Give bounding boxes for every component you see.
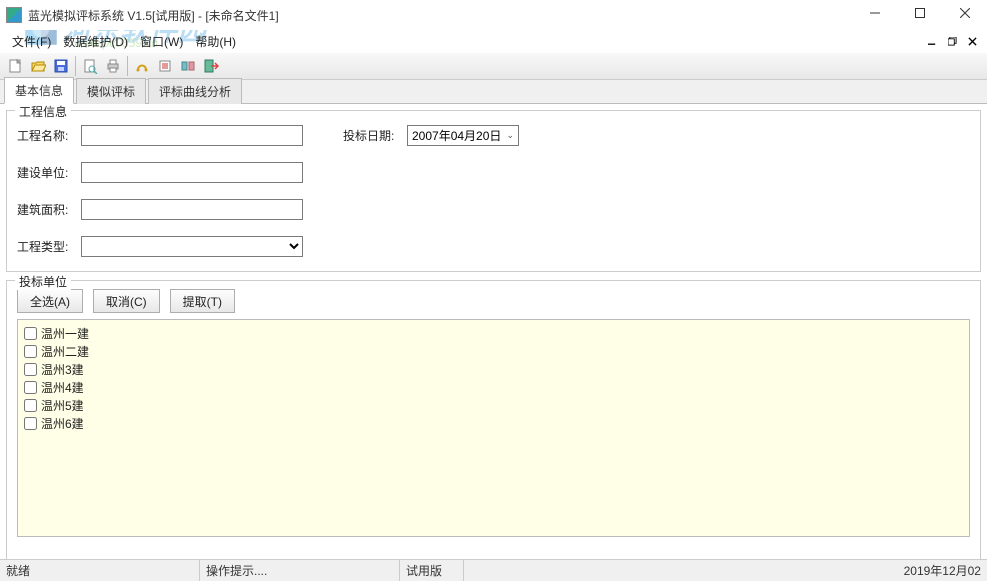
project-legend: 工程信息 — [15, 103, 71, 120]
extract-button[interactable]: 提取(T) — [170, 289, 235, 313]
bidder-checkbox[interactable] — [24, 399, 37, 412]
builder-input[interactable] — [81, 162, 303, 183]
minimize-button[interactable] — [852, 0, 897, 26]
select-all-button[interactable]: 全选(A) — [17, 289, 83, 313]
tool1-icon[interactable] — [131, 55, 153, 77]
project-name-input[interactable] — [81, 125, 303, 146]
area-label: 建筑面积: — [17, 201, 81, 218]
tab-basic-info[interactable]: 基本信息 — [4, 77, 74, 104]
content-area: 工程信息 工程名称: 投标日期: 2007年04月20日 ⌄ 建设单位: 建筑面… — [0, 104, 987, 560]
mdi-minimize-button[interactable] — [923, 33, 941, 49]
app-icon — [6, 7, 22, 23]
toolbar-separator — [75, 56, 76, 76]
open-file-icon[interactable] — [27, 55, 49, 77]
bid-date-label: 投标日期: — [343, 127, 407, 144]
statusbar: 就绪 操作提示.... 试用版 2019年12月02 — [0, 559, 987, 581]
bidders-legend: 投标单位 — [15, 273, 71, 290]
bidder-label: 温州6建 — [41, 415, 84, 432]
new-file-icon[interactable] — [4, 55, 26, 77]
close-button[interactable] — [942, 0, 987, 26]
bidder-item[interactable]: 温州3建 — [24, 360, 963, 378]
tab-curve[interactable]: 评标曲线分析 — [148, 78, 242, 104]
status-edition: 试用版 — [400, 560, 464, 581]
preview-icon[interactable] — [79, 55, 101, 77]
maximize-button[interactable] — [897, 0, 942, 26]
area-input[interactable] — [81, 199, 303, 220]
bid-date-select[interactable]: 2007年04月20日 ⌄ — [407, 125, 519, 146]
bidder-item[interactable]: 温州6建 — [24, 414, 963, 432]
cancel-button[interactable]: 取消(C) — [93, 289, 160, 313]
chevron-down-icon: ⌄ — [506, 130, 514, 141]
bidder-label: 温州3建 — [41, 361, 84, 378]
menu-window[interactable]: 窗口(W) — [134, 30, 189, 53]
type-select[interactable] — [81, 236, 303, 257]
bid-date-value: 2007年04月20日 — [412, 127, 501, 144]
print-icon[interactable] — [102, 55, 124, 77]
bidder-checkbox[interactable] — [24, 345, 37, 358]
builder-label: 建设单位: — [17, 164, 81, 181]
titlebar: 蓝光模拟评标系统 V1.5[试用版] - [未命名文件1] — [0, 0, 987, 30]
save-icon[interactable] — [50, 55, 72, 77]
bidder-checkbox[interactable] — [24, 363, 37, 376]
bidder-label: 温州5建 — [41, 397, 84, 414]
bidder-label: 温州一建 — [41, 325, 89, 342]
status-hint: 操作提示.... — [200, 560, 400, 581]
bidders-fieldset: 投标单位 全选(A) 取消(C) 提取(T) 温州一建温州二建温州3建温州4建温… — [6, 280, 981, 560]
menu-help[interactable]: 帮助(H) — [189, 30, 242, 53]
menubar: 文件(F) 数据维护(D) 窗口(W) 帮助(H) — [0, 30, 987, 52]
bidder-checkbox[interactable] — [24, 381, 37, 394]
tool2-icon[interactable] — [154, 55, 176, 77]
tab-simulate[interactable]: 模似评标 — [76, 78, 146, 104]
status-date: 2019年12月02 — [464, 560, 987, 581]
tab-bar: 基本信息 模似评标 评标曲线分析 — [0, 80, 987, 104]
bidder-checkbox[interactable] — [24, 417, 37, 430]
project-name-label: 工程名称: — [17, 127, 81, 144]
bidders-checklist[interactable]: 温州一建温州二建温州3建温州4建温州5建温州6建 — [17, 319, 970, 537]
toolbar — [0, 52, 987, 80]
toolbar-separator — [127, 56, 128, 76]
bidder-label: 温州二建 — [41, 343, 89, 360]
type-label: 工程类型: — [17, 238, 81, 255]
tool3-icon[interactable] — [177, 55, 199, 77]
status-ready: 就绪 — [0, 560, 200, 581]
exit-icon[interactable] — [200, 55, 222, 77]
bidder-checkbox[interactable] — [24, 327, 37, 340]
mdi-restore-button[interactable] — [943, 33, 961, 49]
bidder-item[interactable]: 温州一建 — [24, 324, 963, 342]
window-title: 蓝光模拟评标系统 V1.5[试用版] - [未命名文件1] — [28, 7, 279, 24]
bidder-item[interactable]: 温州二建 — [24, 342, 963, 360]
bidder-item[interactable]: 温州4建 — [24, 378, 963, 396]
bidder-label: 温州4建 — [41, 379, 84, 396]
mdi-close-button[interactable] — [963, 33, 981, 49]
menu-data[interactable]: 数据维护(D) — [57, 30, 134, 53]
project-info-fieldset: 工程信息 工程名称: 投标日期: 2007年04月20日 ⌄ 建设单位: 建筑面… — [6, 110, 981, 272]
menu-file[interactable]: 文件(F) — [6, 30, 57, 53]
bidder-item[interactable]: 温州5建 — [24, 396, 963, 414]
